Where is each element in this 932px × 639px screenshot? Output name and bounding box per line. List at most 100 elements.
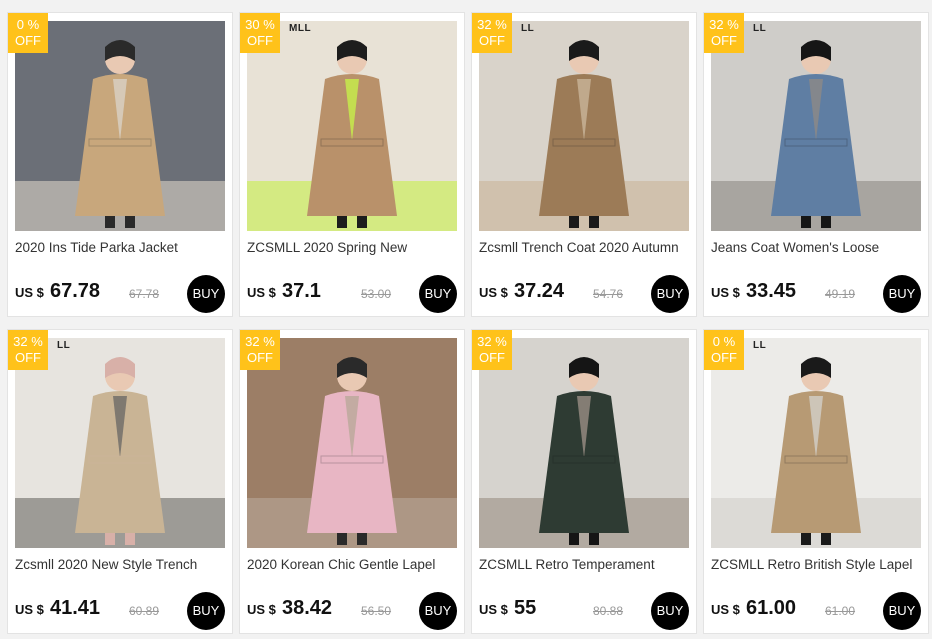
discount-percent: 32 % <box>477 17 507 32</box>
product-title[interactable]: ZCSMLL Retro British Style Lapel <box>711 557 923 572</box>
figure-belt <box>320 455 384 464</box>
brand-watermark: LL <box>57 340 71 351</box>
price-row: US $ 37.24 54.76 BUY <box>479 275 691 315</box>
product-card[interactable]: LL 32 % OFF Zcsmll 2020 New Style Trench … <box>7 329 233 634</box>
buy-button[interactable]: BUY <box>651 275 689 313</box>
currency-label: US $ <box>15 285 44 300</box>
sale-price: 38.42 <box>282 597 333 619</box>
currency-label: US $ <box>247 285 276 300</box>
discount-badge: 32 % OFF <box>472 13 512 53</box>
sale-price: 33.45 <box>746 280 797 302</box>
price-row: US $ 37.1 53.00 BUY <box>247 275 459 315</box>
figure-left-shoe <box>105 216 115 228</box>
product-card[interactable]: LL 32 % OFF Jeans Coat Women's Loose US $… <box>703 12 929 317</box>
figure-right-shoe <box>357 533 367 545</box>
product-title[interactable]: Jeans Coat Women's Loose <box>711 240 923 255</box>
figure-left-shoe <box>569 216 579 228</box>
discount-off-label: OFF <box>247 350 273 365</box>
discount-badge: 32 % OFF <box>472 330 512 370</box>
currency-label: US $ <box>479 285 508 300</box>
buy-button[interactable]: BUY <box>883 275 921 313</box>
discount-off-label: OFF <box>479 33 505 48</box>
discount-percent: 32 % <box>245 334 275 349</box>
figure-belt <box>320 138 384 147</box>
product-card[interactable]: 0 % OFF 2020 Ins Tide Parka Jacket US $ 6… <box>7 12 233 317</box>
product-title[interactable]: 2020 Ins Tide Parka Jacket <box>15 240 227 255</box>
original-price: 67.78 <box>129 287 160 301</box>
figure-left-shoe <box>569 533 579 545</box>
buy-button[interactable]: BUY <box>187 592 225 630</box>
buy-button[interactable]: BUY <box>419 592 457 630</box>
product-title[interactable]: 2020 Korean Chic Gentle Lapel <box>247 557 459 572</box>
buy-button[interactable]: BUY <box>651 592 689 630</box>
price-row: US $ 38.42 56.50 BUY <box>247 592 459 632</box>
figure-left-shoe <box>337 216 347 228</box>
product-card[interactable]: MLL 30 % OFF ZCSMLL 2020 Spring New US $ … <box>239 12 465 317</box>
price-row: US $ 33.45 49.19 BUY <box>711 275 923 315</box>
figure-belt <box>88 138 152 147</box>
original-price: 60.89 <box>129 604 160 618</box>
product-title[interactable]: ZCSMLL 2020 Spring New <box>247 240 459 255</box>
product-card[interactable]: LL 32 % OFF Zcsmll Trench Coat 2020 Autum… <box>471 12 697 317</box>
product-grid: 0 % OFF 2020 Ins Tide Parka Jacket US $ 6… <box>7 12 929 634</box>
currency-label: US $ <box>15 602 44 617</box>
sale-price: 67.78 <box>50 280 101 302</box>
product-title[interactable]: Zcsmll Trench Coat 2020 Autumn <box>479 240 691 255</box>
discount-percent: 30 % <box>245 17 275 32</box>
figure-belt <box>784 138 848 147</box>
original-price: 53.00 <box>361 287 392 301</box>
figure-right-shoe <box>357 216 367 228</box>
product-title[interactable]: Zcsmll 2020 New Style Trench <box>15 557 227 572</box>
figure-right-shoe <box>125 533 135 545</box>
buy-button[interactable]: BUY <box>419 275 457 313</box>
discount-off-label: OFF <box>711 350 737 365</box>
buy-button[interactable]: BUY <box>883 592 921 630</box>
discount-badge: 32 % OFF <box>704 13 744 53</box>
price-row: US $ 41.41 60.89 BUY <box>15 592 227 632</box>
original-price: 80.88 <box>593 604 624 618</box>
brand-watermark: LL <box>521 23 535 34</box>
discount-percent: 0 % <box>16 17 40 32</box>
original-price: 49.19 <box>825 287 856 301</box>
discount-percent: 32 % <box>709 17 739 32</box>
product-card[interactable]: 32 % OFF ZCSMLL Retro Temperament US $ 55… <box>471 329 697 634</box>
product-card[interactable]: 32 % OFF 2020 Korean Chic Gentle Lapel US… <box>239 329 465 634</box>
figure-right-shoe <box>125 216 135 228</box>
figure-right-shoe <box>589 533 599 545</box>
discount-off-label: OFF <box>15 33 41 48</box>
figure-left-shoe <box>337 533 347 545</box>
discount-badge: 0 % OFF <box>8 13 48 53</box>
price-row: US $ 67.78 67.78 BUY <box>15 275 227 315</box>
discount-badge: 30 % OFF <box>240 13 280 53</box>
figure-belt <box>552 455 616 464</box>
figure-belt <box>784 455 848 464</box>
sale-price: 37.24 <box>514 280 565 302</box>
price-row: US $ 61.00 61.00 BUY <box>711 592 923 632</box>
discount-off-label: OFF <box>479 350 505 365</box>
product-card[interactable]: LL 0 % OFF ZCSMLL Retro British Style Lap… <box>703 329 929 634</box>
figure-left-shoe <box>105 533 115 545</box>
discount-off-label: OFF <box>15 350 41 365</box>
original-price: 61.00 <box>825 604 856 618</box>
currency-label: US $ <box>479 602 508 617</box>
sale-price: 55 <box>514 597 537 619</box>
figure-belt <box>88 455 152 464</box>
discount-badge: 32 % OFF <box>8 330 48 370</box>
discount-badge: 32 % OFF <box>240 330 280 370</box>
discount-off-label: OFF <box>711 33 737 48</box>
sale-price: 61.00 <box>746 597 797 619</box>
discount-percent: 32 % <box>477 334 507 349</box>
figure-right-shoe <box>589 216 599 228</box>
figure-right-shoe <box>821 216 831 228</box>
brand-watermark: LL <box>753 340 767 351</box>
product-title[interactable]: ZCSMLL Retro Temperament <box>479 557 691 572</box>
figure-left-shoe <box>801 533 811 545</box>
discount-off-label: OFF <box>247 33 273 48</box>
original-price: 54.76 <box>593 287 624 301</box>
currency-label: US $ <box>711 285 740 300</box>
buy-button[interactable]: BUY <box>187 275 225 313</box>
brand-watermark: LL <box>753 23 767 34</box>
brand-watermark: MLL <box>289 23 312 34</box>
discount-badge: 0 % OFF <box>704 330 744 370</box>
currency-label: US $ <box>711 602 740 617</box>
